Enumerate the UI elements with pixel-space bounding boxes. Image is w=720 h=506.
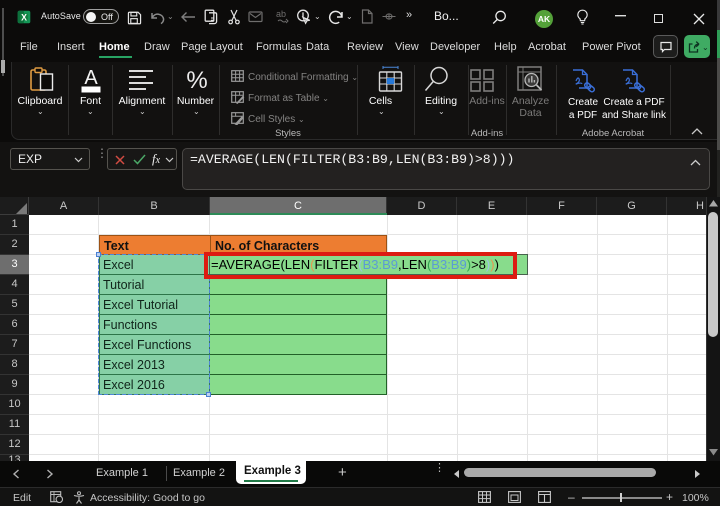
svg-text:A: A [84,67,98,89]
svg-text:%: % [186,67,207,94]
svg-text:ab: ab [276,9,286,19]
svg-text:X: X [21,12,27,22]
